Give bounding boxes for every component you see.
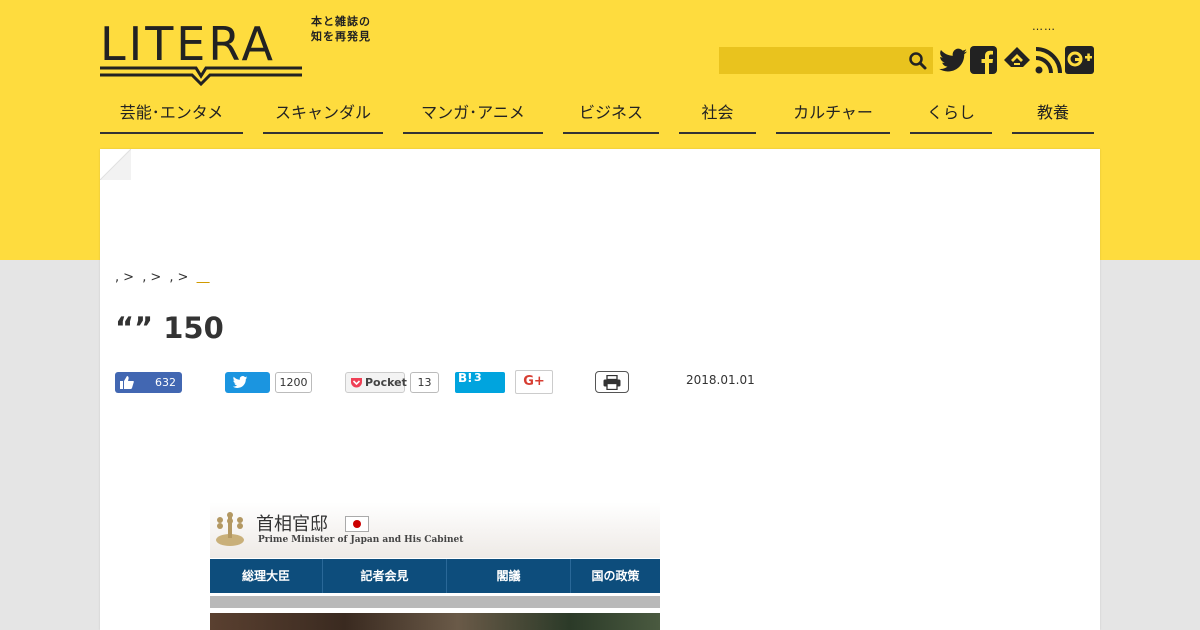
site-logo[interactable]: LITERA 本と雑誌の知を再発見 [100,14,380,86]
pocket-label: Pocket [365,376,407,389]
breadcrumb: , > , > , > ＿ [115,266,214,285]
search-icon[interactable] [907,50,929,72]
nav-item-education[interactable]: 教養 [1012,96,1094,134]
breadcrumb-separator: > [150,270,162,285]
nav-item-scandal[interactable]: スキャンダル [263,96,383,134]
google-plus-icon[interactable] [1065,45,1094,75]
print-button[interactable] [595,371,629,393]
image-header: 首相官邸 Prime Minister of Japan and His Cab… [210,502,660,558]
image-nav-item: 国の政策 [591,569,640,583]
nav-item-society[interactable]: 社会 [679,96,756,134]
hatena-bookmark-button[interactable]: B! 3 [455,371,505,393]
image-site-title: 首相官邸 [256,514,328,535]
twitter-icon[interactable] [938,45,968,75]
facebook-like-count: 632 [155,376,176,389]
breadcrumb-link[interactable]: , [115,270,119,285]
feedly-icon[interactable] [1002,45,1032,75]
logo-tagline: 本と雑誌の知を再発見 [311,15,371,43]
book-icon [100,66,302,86]
image-photo-strip [210,613,660,630]
article-title: “” 150 [115,311,224,345]
breadcrumb-current[interactable]: ＿ [197,270,210,285]
printer-icon [603,375,621,390]
image-nav-item: 記者会見 [323,559,447,593]
breadcrumb-separator: > [123,270,135,285]
pocket-count: 13 [410,372,439,393]
hatena-label: B! [458,371,473,385]
publish-date: 2018.01.01 [686,373,755,387]
tweet-count: 1200 [275,372,312,393]
pocket-button[interactable]: Pocket [345,372,407,393]
image-nav-item: 総理大臣 [210,559,323,593]
nav-item-culture[interactable]: カルチャー [776,96,890,134]
facebook-like-button[interactable]: 632 [115,372,182,393]
google-plus-share-button[interactable]: G+ [515,370,553,394]
breadcrumb-link[interactable]: , [142,270,146,285]
nav-item-lifestyle[interactable]: くらし [910,96,992,134]
hatena-count: 3 [474,371,482,384]
nav-item-business[interactable]: ビジネス [563,96,659,134]
nav-item-entertainment[interactable]: 芸能･エンタメ [100,96,243,134]
search-input[interactable] [719,47,905,74]
article-image: 首相官邸 Prime Minister of Japan and His Cab… [210,502,660,630]
header-top-link[interactable]: …… [1032,20,1056,33]
thumbs-up-icon [120,376,134,389]
breadcrumb-link[interactable]: , [169,270,173,285]
paulownia-crest-icon [216,512,244,546]
facebook-icon[interactable] [969,45,998,75]
rss-icon[interactable] [1034,45,1062,75]
image-subnav-bar [210,594,660,608]
image-nav-item: 閣議 [447,559,571,593]
japan-flag-icon [345,516,369,532]
breadcrumb-separator: > [177,270,189,285]
pocket-icon [351,378,362,388]
tweet-button[interactable] [225,372,270,393]
image-site-subtitle: Prime Minister of Japan and His Cabinet [258,535,464,545]
page-corner-fold [100,149,131,180]
nav-item-manga-anime[interactable]: マンガ･アニメ [403,96,543,134]
image-nav-bar: 総理大臣 記者会見 閣議 国の政策 [210,559,660,593]
twitter-bird-icon [232,376,248,388]
search-box [719,47,933,74]
